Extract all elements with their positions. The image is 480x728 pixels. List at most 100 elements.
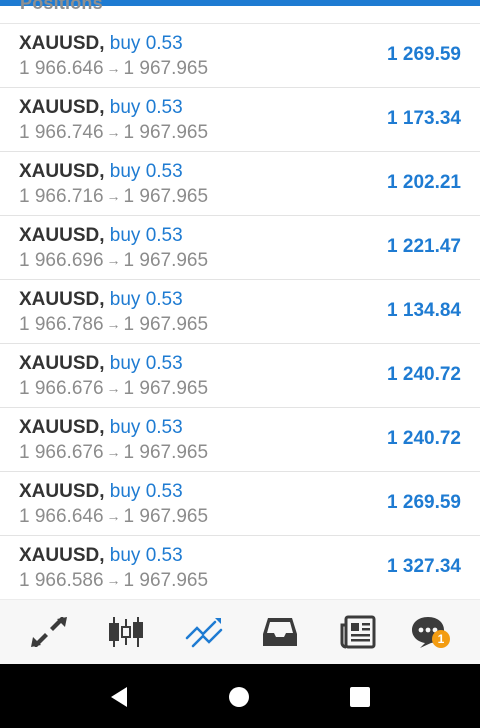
- position-row[interactable]: XAUUSD, buy 0.53 1 966.696 → 1 967.965 1 221…: [0, 216, 480, 280]
- open-price: 1 966.746: [19, 122, 104, 143]
- symbol-label: XAUUSD: [19, 545, 100, 566]
- current-price: 1 967.965: [123, 570, 209, 591]
- price-line: 1 966.676 → 1 967.965: [19, 442, 208, 464]
- side-volume-label: buy 0.53: [109, 97, 183, 118]
- position-row[interactable]: XAUUSD, buy 0.53 1 966.716 → 1 967.965 1 202…: [0, 152, 480, 216]
- profit-value: 1 327.34: [387, 556, 461, 577]
- profit-value: 1 202.21: [387, 172, 461, 193]
- tab-history[interactable]: [260, 612, 300, 652]
- current-price: 1 967.965: [123, 58, 209, 79]
- open-price: 1 966.786: [19, 314, 104, 335]
- price-line: 1 966.646 → 1 967.965: [19, 506, 208, 528]
- current-price: 1 967.965: [123, 378, 209, 399]
- back-button[interactable]: [106, 684, 132, 710]
- tab-news[interactable]: [338, 612, 378, 652]
- open-price: 1 966.676: [19, 442, 104, 463]
- position-row[interactable]: XAUUSD, buy 0.53 1 966.646 → 1 967.965 1 269…: [0, 24, 480, 88]
- position-title: XAUUSD, buy 0.53: [19, 417, 183, 439]
- system-nav-bar: [0, 664, 480, 728]
- profit-value: 1 221.47: [387, 236, 461, 257]
- position-title: XAUUSD, buy 0.53: [19, 481, 183, 503]
- symbol-label: XAUUSD: [19, 353, 100, 374]
- position-title: XAUUSD, buy 0.53: [19, 353, 183, 375]
- tab-chart[interactable]: [106, 612, 146, 652]
- profit-value: 1 240.72: [387, 428, 461, 449]
- position-row[interactable]: XAUUSD, buy 0.53 1 966.786 → 1 967.965 1 134…: [0, 280, 480, 344]
- arrow-right-icon: →: [106, 572, 121, 588]
- current-price: 1 967.965: [123, 250, 209, 271]
- positions-list: XAUUSD, buy 0.53 1 966.646 → 1 967.965 1 269…: [0, 24, 480, 600]
- recents-icon: [350, 687, 370, 707]
- home-icon: [229, 687, 249, 707]
- current-price: 1 967.965: [123, 122, 209, 143]
- symbol-label: XAUUSD: [19, 417, 100, 438]
- side-volume-label: buy 0.53: [109, 417, 183, 438]
- price-line: 1 966.676 → 1 967.965: [19, 378, 208, 400]
- price-line: 1 966.746 → 1 967.965: [19, 122, 208, 144]
- position-row[interactable]: XAUUSD, buy 0.53 1 966.676 → 1 967.965 1 240…: [0, 408, 480, 472]
- side-volume-label: buy 0.53: [109, 33, 183, 54]
- price-line: 1 966.786 → 1 967.965: [19, 314, 208, 336]
- arrow-right-icon: →: [106, 188, 121, 204]
- symbol-label: XAUUSD: [19, 225, 100, 246]
- section-title: Positions: [20, 0, 103, 13]
- current-price: 1 967.965: [123, 442, 209, 463]
- arrow-right-icon: →: [106, 444, 121, 460]
- profit-value: 1 269.59: [387, 492, 461, 513]
- arrow-right-icon: →: [106, 60, 121, 76]
- arrow-right-icon: →: [106, 316, 121, 332]
- position-title: XAUUSD, buy 0.53: [19, 225, 183, 247]
- open-price: 1 966.716: [19, 186, 104, 207]
- separator: ,: [99, 353, 110, 374]
- position-row[interactable]: XAUUSD, buy 0.53 1 966.646 → 1 967.965 1 269…: [0, 472, 480, 536]
- profit-value: 1 269.59: [387, 44, 461, 65]
- separator: ,: [99, 225, 110, 246]
- side-volume-label: buy 0.53: [109, 289, 183, 310]
- back-icon: [111, 687, 127, 707]
- arrow-right-icon: →: [106, 380, 121, 396]
- arrow-right-icon: →: [106, 124, 121, 140]
- separator: ,: [99, 545, 110, 566]
- position-row[interactable]: XAUUSD, buy 0.53 1 966.586 → 1 967.965 1 327…: [0, 536, 480, 600]
- separator: ,: [99, 161, 110, 182]
- profit-value: 1 134.84: [387, 300, 461, 321]
- separator: ,: [99, 417, 110, 438]
- current-price: 1 967.965: [123, 506, 209, 527]
- price-line: 1 966.646 → 1 967.965: [19, 58, 208, 80]
- open-price: 1 966.696: [19, 250, 104, 271]
- home-button[interactable]: [226, 684, 252, 710]
- arrow-right-icon: →: [106, 508, 121, 524]
- news-icon: [340, 615, 376, 649]
- position-row[interactable]: XAUUSD, buy 0.53 1 966.676 → 1 967.965 1 240…: [0, 344, 480, 408]
- current-price: 1 967.965: [123, 314, 209, 335]
- tab-trade[interactable]: [184, 612, 224, 652]
- side-volume-label: buy 0.53: [109, 545, 183, 566]
- symbol-label: XAUUSD: [19, 481, 100, 502]
- side-volume-label: buy 0.53: [109, 353, 183, 374]
- position-title: XAUUSD, buy 0.53: [19, 289, 183, 311]
- profit-value: 1 173.34: [387, 108, 461, 129]
- messages-badge: 1: [432, 630, 450, 648]
- separator: ,: [99, 33, 110, 54]
- side-volume-label: buy 0.53: [109, 481, 183, 502]
- symbol-label: XAUUSD: [19, 97, 100, 118]
- arrow-right-icon: →: [106, 252, 121, 268]
- separator: ,: [99, 481, 110, 502]
- side-volume-label: buy 0.53: [109, 225, 183, 246]
- recents-button[interactable]: [347, 684, 373, 710]
- trade-chart-icon: [185, 618, 223, 648]
- side-volume-label: buy 0.53: [109, 161, 183, 182]
- price-line: 1 966.696 → 1 967.965: [19, 250, 208, 272]
- symbol-label: XAUUSD: [19, 161, 100, 182]
- open-price: 1 966.646: [19, 58, 104, 79]
- bottom-tab-bar: 1: [0, 599, 480, 665]
- tab-quotes[interactable]: [29, 612, 69, 652]
- profit-value: 1 240.72: [387, 364, 461, 385]
- tab-messages[interactable]: 1: [408, 612, 450, 652]
- quotes-arrows-icon: [31, 617, 67, 647]
- position-title: XAUUSD, buy 0.53: [19, 97, 183, 119]
- separator: ,: [99, 289, 110, 310]
- position-row[interactable]: XAUUSD, buy 0.53 1 966.746 → 1 967.965 1 173…: [0, 88, 480, 152]
- open-price: 1 966.646: [19, 506, 104, 527]
- separator: ,: [99, 97, 110, 118]
